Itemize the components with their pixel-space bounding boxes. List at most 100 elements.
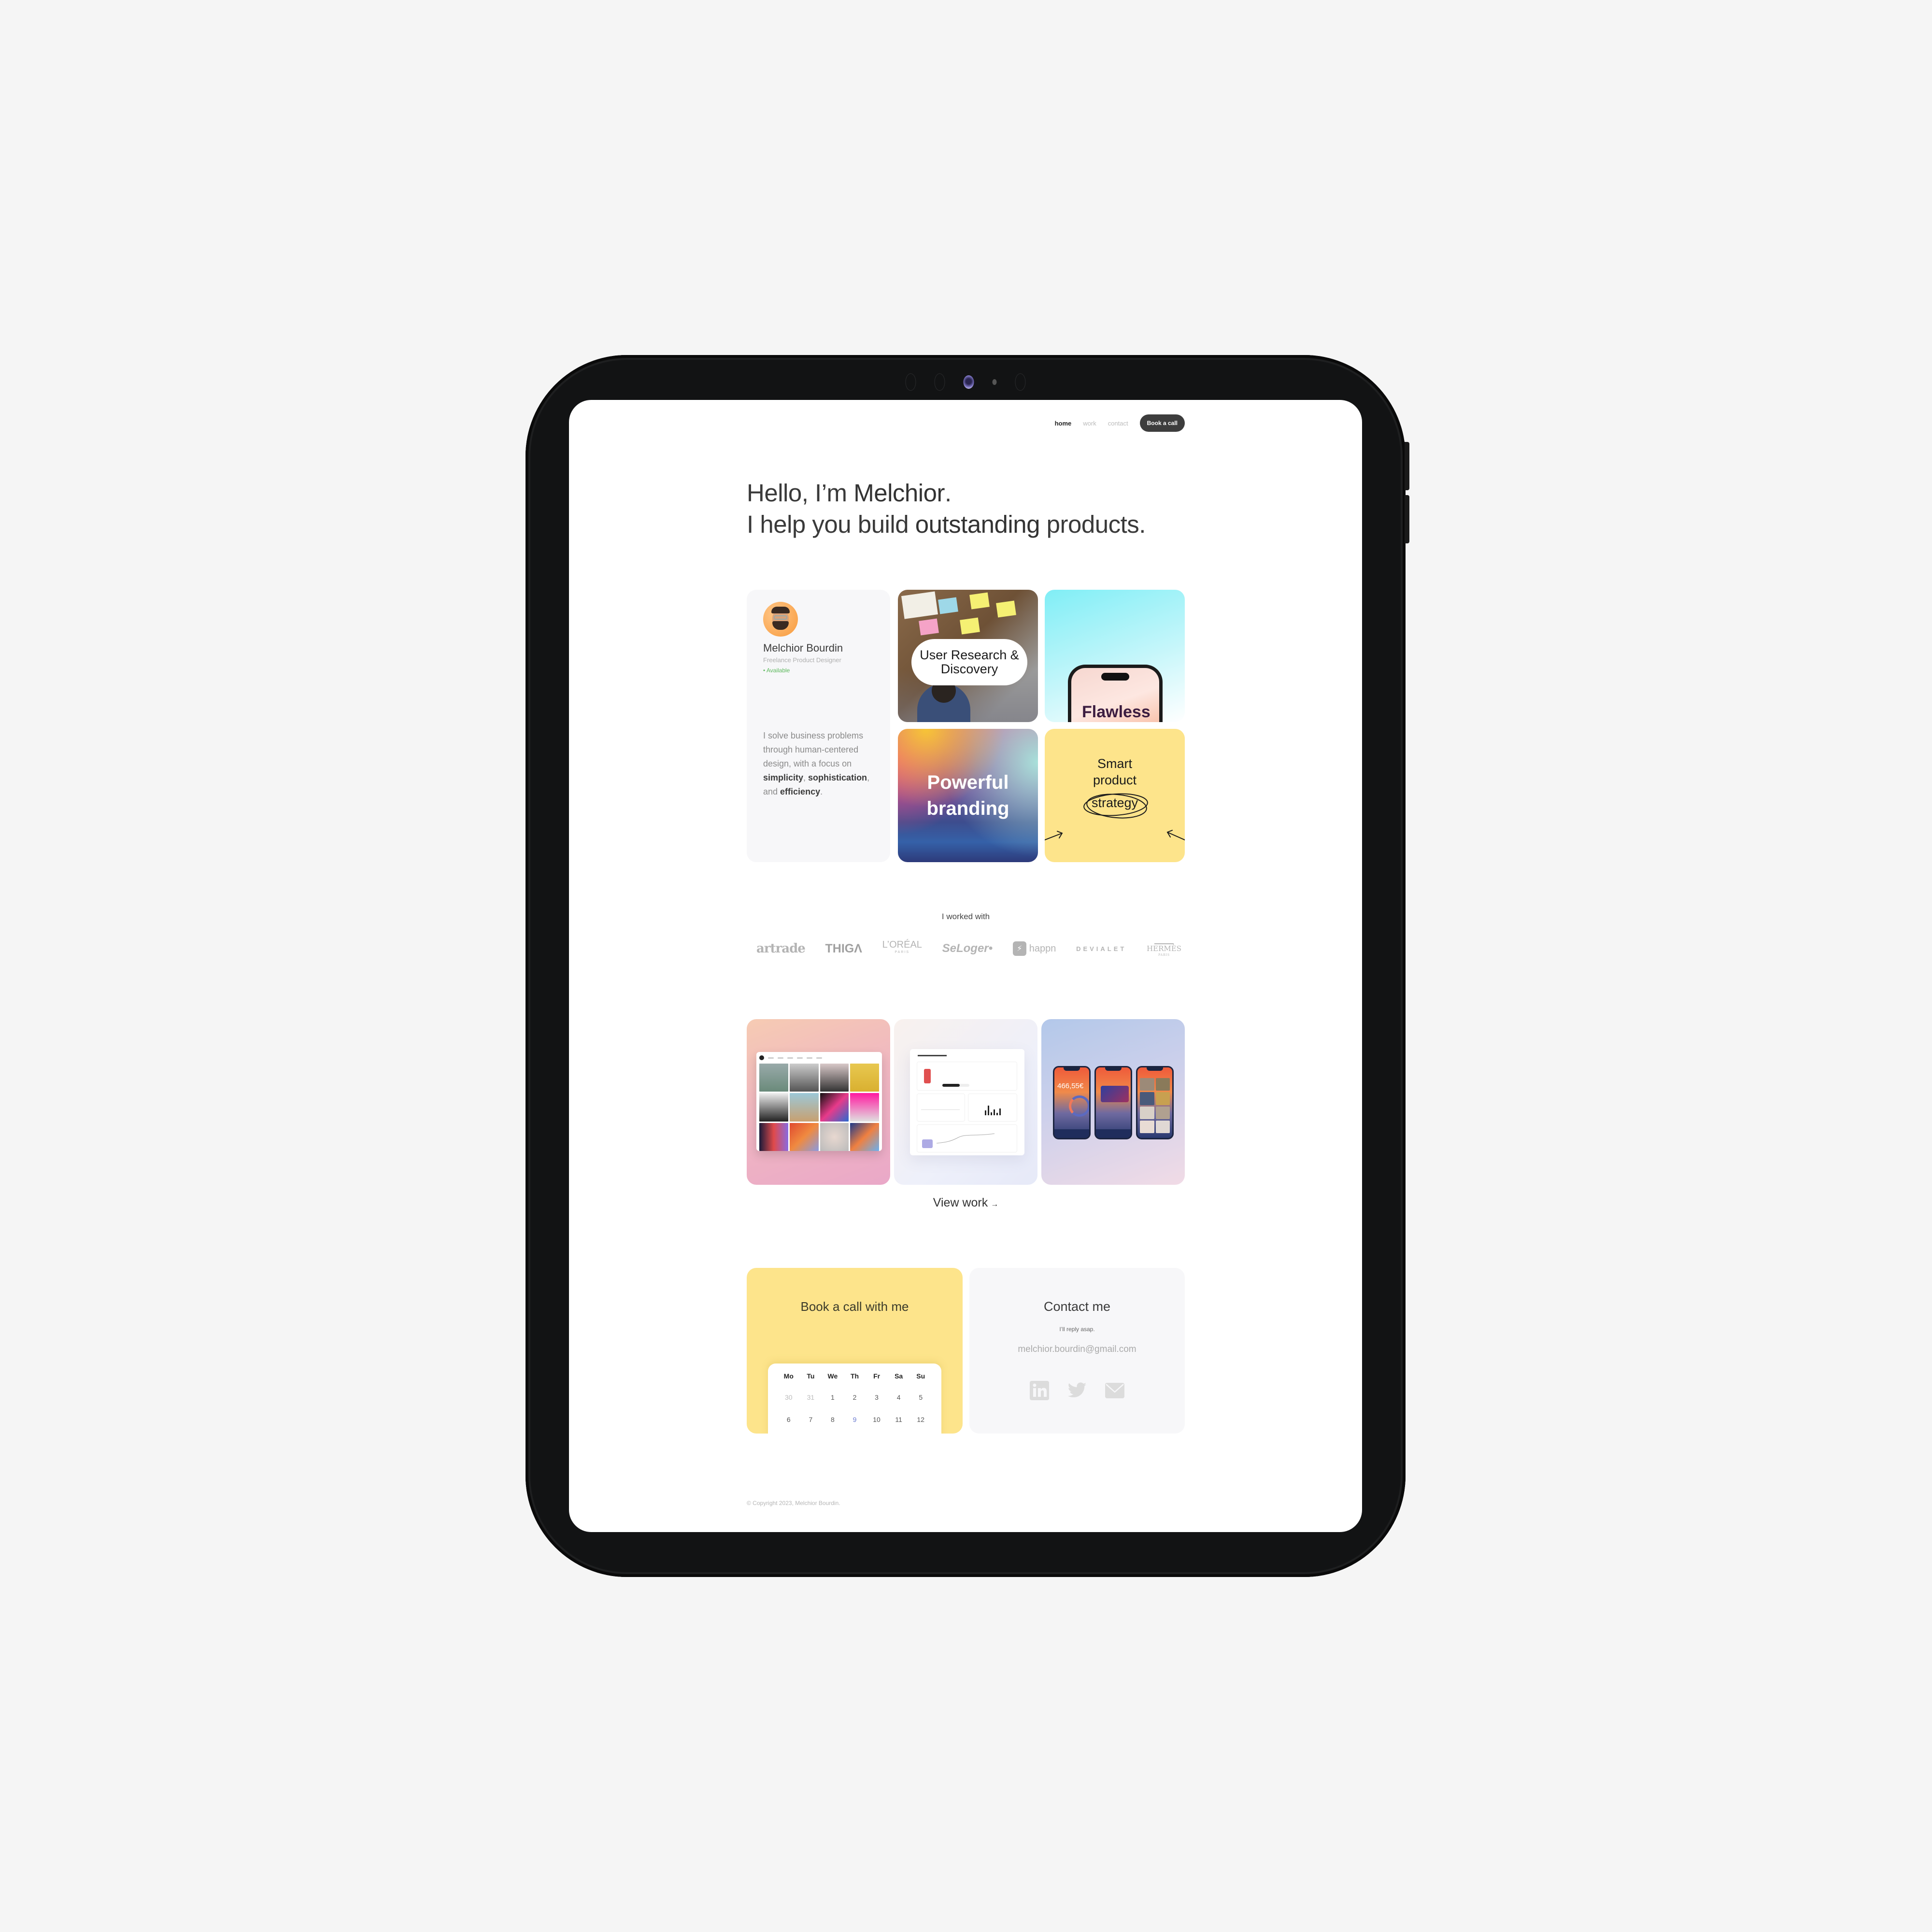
linkedin-icon[interactable] <box>1029 1380 1050 1401</box>
dashboard-screenshot <box>910 1049 1024 1155</box>
calendar-day[interactable]: 1 <box>822 1393 844 1401</box>
calendar-day[interactable]: 4 <box>888 1393 910 1401</box>
logo-thiga: THIGΛ <box>825 941 862 955</box>
logo-hermes-sub: PARIS <box>1158 953 1170 957</box>
person-illustration <box>924 1069 931 1083</box>
calendar-weekday: Tu <box>807 1372 815 1380</box>
sensor-icon <box>934 373 945 391</box>
bio-intro: I solve business problems through human-… <box>763 731 864 768</box>
sticky-note <box>996 600 1016 618</box>
thumbnail <box>789 1093 819 1122</box>
calendar-day[interactable]: 3 <box>866 1393 888 1401</box>
strategy-tile[interactable]: Smart product strategy <box>1045 729 1185 862</box>
mini-bar-chart <box>985 1105 1001 1115</box>
camera-lens-icon <box>963 375 974 389</box>
top-nav: home work contact Book a call <box>1055 414 1185 432</box>
avatar <box>763 602 798 637</box>
telescope-illustration <box>922 1139 933 1148</box>
work-card-gallery[interactable] <box>747 1019 890 1185</box>
calendar-weekday: Th <box>850 1372 859 1380</box>
light-sensor-icon <box>992 379 997 385</box>
thumbnail <box>759 1064 788 1092</box>
tab-bar <box>1054 1129 1089 1138</box>
tab-bar <box>1096 1129 1131 1138</box>
calendar-day: 30 <box>784 1393 793 1401</box>
timeline <box>921 1109 960 1110</box>
hero-line2-suffix: products. <box>1039 511 1146 538</box>
calendar-day[interactable]: 7 <box>800 1416 822 1423</box>
calendar-week: 30 31 1 2 3 4 5 <box>778 1393 932 1416</box>
calendar-day[interactable]: 8 <box>822 1416 844 1423</box>
calendar-day[interactable]: 12 <box>909 1416 932 1423</box>
thumbnail <box>759 1093 788 1122</box>
dashboard-panel <box>917 1124 1017 1152</box>
volume-up-button <box>1405 442 1409 490</box>
notch <box>1064 1067 1080 1071</box>
contact-card: Contact me I’ll reply asap. melchior.bou… <box>969 1268 1185 1434</box>
logo-hermes: HERMÈS PARIS <box>1147 938 1181 959</box>
mail-icon[interactable] <box>1105 1380 1125 1401</box>
balance-amount: 466,55€ <box>1057 1082 1084 1090</box>
calendar-day: 31 <box>807 1393 815 1401</box>
hero-emphasis: outstanding <box>915 511 1040 538</box>
contact-email-link[interactable]: melchior.bourdin@gmail.com <box>969 1344 1185 1355</box>
calendar-weekdays: Mo Tu We Th Fr Sa Su <box>778 1372 932 1380</box>
thumbnail <box>759 1122 788 1151</box>
photo-grid <box>1140 1078 1170 1133</box>
thumbnail <box>789 1122 819 1151</box>
branding-tile[interactable]: Powerful branding <box>898 729 1038 862</box>
strategy-line2: product <box>1093 773 1137 787</box>
phone-cards-screen <box>1094 1066 1132 1139</box>
research-label: User Research & Discovery <box>911 639 1027 685</box>
calendar-day[interactable]: 6 <box>778 1416 800 1423</box>
book-call-card[interactable]: Book a call with me Mo Tu We Th Fr Sa Su 30 31 1… <box>747 1268 963 1434</box>
client-logos: artrade THIGΛ L’ORÉAL PARIS SeLoger• ⚡ h… <box>756 938 1181 959</box>
calendar-day[interactable]: 2 <box>844 1393 866 1401</box>
research-tile[interactable]: User Research & Discovery <box>898 590 1038 722</box>
view-work-link[interactable]: View work → <box>747 1196 1185 1210</box>
clients-title: I worked with <box>941 912 990 921</box>
calendar-day[interactable]: 10 <box>866 1416 888 1423</box>
calendar-weekday: We <box>827 1372 838 1380</box>
calendar-weekday: Su <box>916 1372 925 1380</box>
sticky-note <box>919 618 939 636</box>
thumbnail <box>820 1064 849 1092</box>
bio-separator: , <box>803 773 809 782</box>
twitter-icon[interactable] <box>1067 1380 1087 1401</box>
sensor-icon <box>905 373 916 391</box>
calendar-weekday: Sa <box>895 1372 903 1380</box>
arrow-right-icon: → <box>991 1200 999 1208</box>
calendar-weekday: Mo <box>783 1372 794 1380</box>
profile-name: Melchior Bourdin <box>763 642 843 654</box>
thumbnail <box>789 1064 819 1092</box>
credit-card <box>1101 1086 1129 1102</box>
social-links <box>969 1380 1185 1401</box>
progress-bar <box>942 1084 969 1087</box>
availability-status: • Available <box>763 667 790 674</box>
contact-subtitle: I’ll reply asap. <box>1059 1326 1095 1333</box>
strategy-word: strategy <box>1091 796 1138 810</box>
nav-home[interactable]: home <box>1055 420 1072 427</box>
hero-line1-suffix: . <box>944 479 952 507</box>
nav-work[interactable]: work <box>1083 420 1096 427</box>
work-card-banking[interactable]: 466,55€ <box>1041 1019 1185 1185</box>
work-card-dashboard[interactable] <box>894 1019 1037 1185</box>
calendar-day[interactable]: 5 <box>909 1393 932 1401</box>
calendar-day[interactable]: 11 <box>888 1416 910 1423</box>
calendar-weekday: Fr <box>873 1372 881 1380</box>
book-call-title: Book a call with me <box>800 1299 909 1314</box>
glasses-icon <box>774 615 787 620</box>
calendar-week: 6 7 8 9 10 11 12 <box>778 1416 932 1434</box>
bio-keyword: simplicity <box>763 773 804 782</box>
app-toolbar <box>756 1052 882 1064</box>
book-a-call-button[interactable]: Book a call <box>1139 414 1185 432</box>
contact-title: Contact me <box>1043 1299 1111 1314</box>
flawless-tile[interactable]: Flawless <box>1045 590 1185 722</box>
flawless-label: Flawless <box>1082 703 1151 721</box>
arrow-right-icon <box>1045 831 1063 840</box>
dynamic-island <box>1101 673 1129 681</box>
nav-contact[interactable]: contact <box>1108 420 1128 427</box>
profile-card: Melchior Bourdin Freelance Product Desig… <box>747 590 890 862</box>
calendar-day[interactable]: 9 <box>844 1416 866 1423</box>
logo-loreal: L’ORÉAL PARIS <box>882 940 922 956</box>
